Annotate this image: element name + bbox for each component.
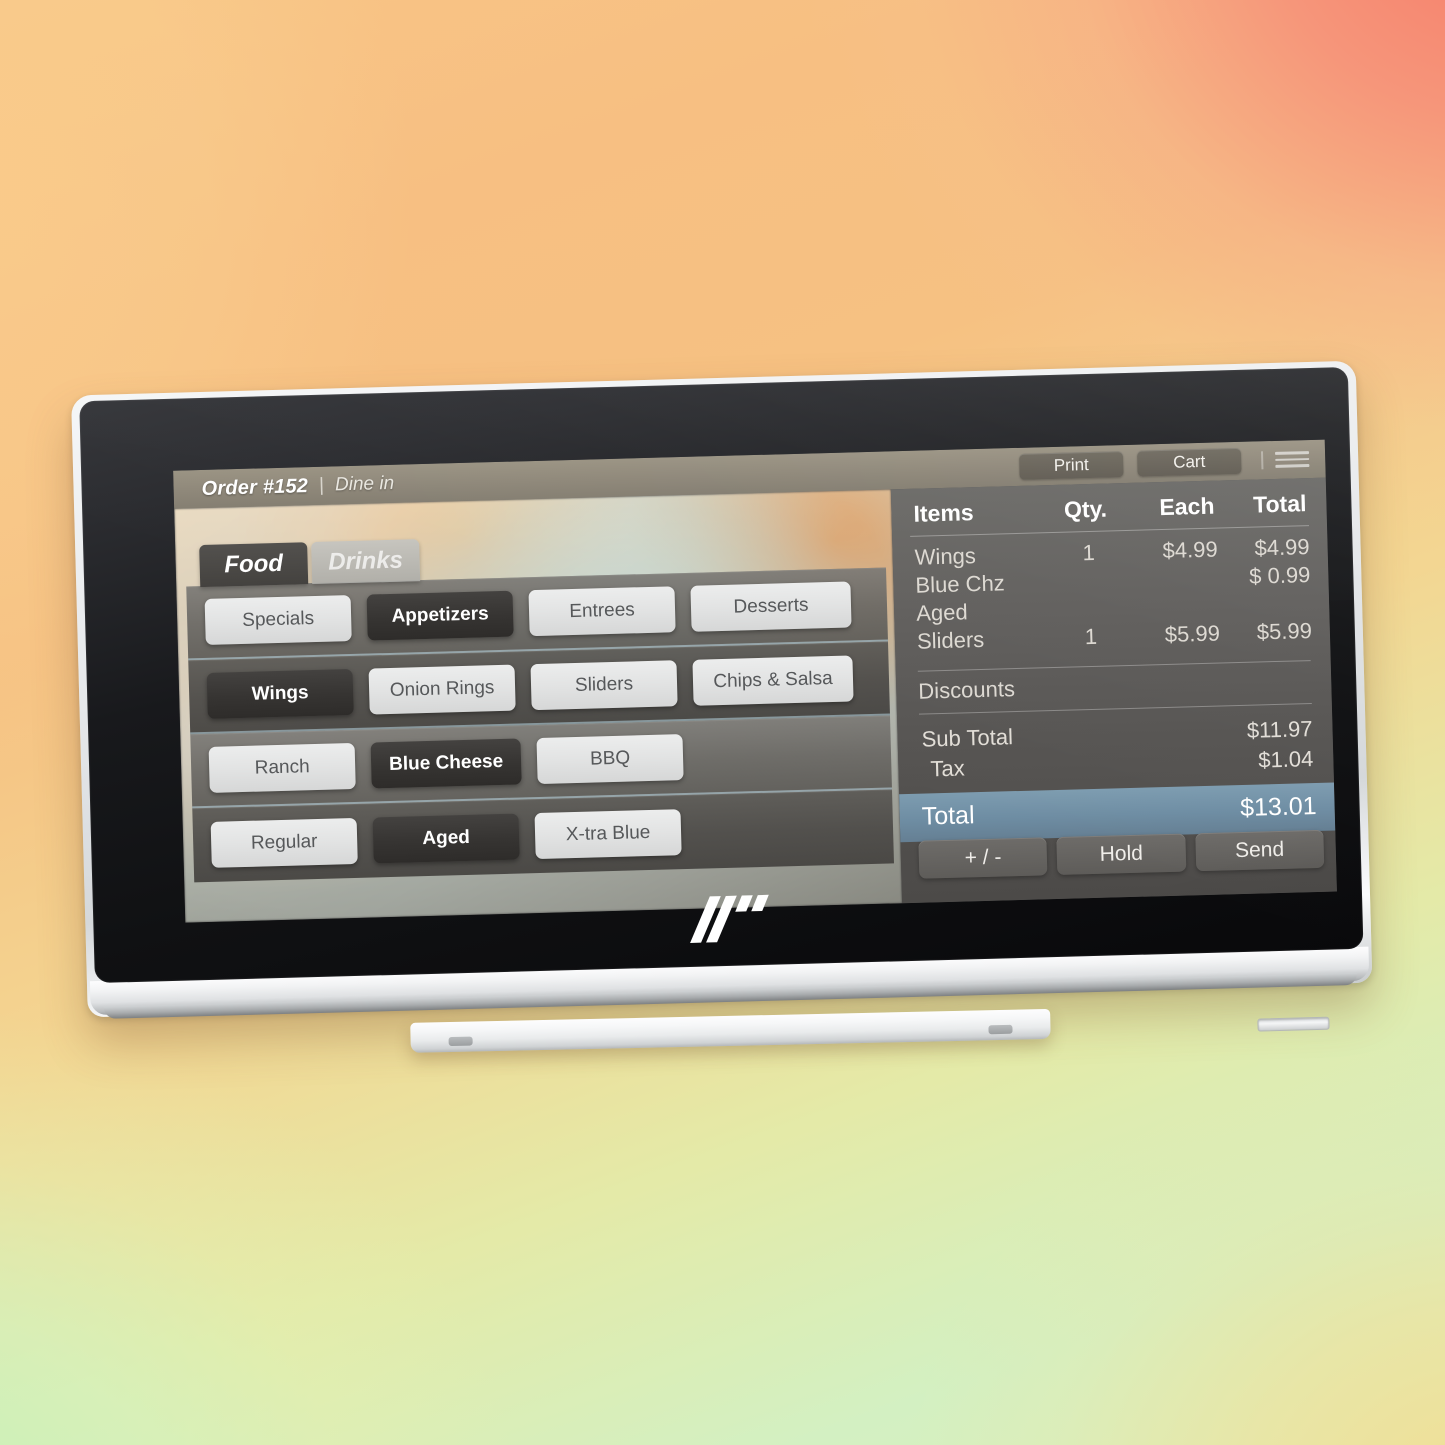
line-item-total: $ 0.99	[1248, 562, 1311, 589]
menu-button-sliders[interactable]: Sliders	[530, 660, 678, 711]
tab-drinks[interactable]: Drinks	[311, 539, 421, 585]
header-separator: |	[318, 474, 325, 496]
menu-button-specials[interactable]: Specials	[204, 595, 352, 645]
line-item-each: $5.99	[1164, 620, 1221, 648]
line-item-total: $4.99	[1254, 534, 1310, 561]
column-header-items: Items	[913, 499, 974, 527]
order-receipt-panel: Items Qty. Each Total Wings 1 $4.99 $4.9…	[890, 477, 1337, 904]
subtotal-value: $11.97	[1246, 715, 1313, 743]
column-header-qty: Qty.	[1063, 495, 1108, 523]
menu-tabs: Food Drinks	[199, 539, 421, 588]
line-item-each: $4.99	[1162, 536, 1218, 564]
hold-button[interactable]: Hold	[1056, 833, 1186, 875]
subtotal-label: Sub Total	[921, 723, 1014, 752]
stand-foot-right	[988, 1024, 1013, 1035]
header-divider	[1260, 451, 1264, 470]
line-item-each	[1127, 585, 1219, 587]
line-item-name: Wings	[914, 543, 977, 570]
line-item-each	[1127, 613, 1219, 615]
hamburger-line	[1275, 457, 1310, 462]
order-mode-label: Dine in	[334, 472, 395, 496]
plus-minus-button[interactable]: + / -	[918, 837, 1048, 879]
hamburger-line	[1275, 451, 1310, 455]
print-button[interactable]: Print	[1018, 451, 1124, 480]
menu-button-bbq[interactable]: BBQ	[536, 734, 684, 785]
total-value: $13.01	[1239, 792, 1317, 823]
menu-button-ranch[interactable]: Ranch	[208, 742, 356, 793]
hp-logo	[679, 889, 777, 950]
menu-button-onion-rings[interactable]: Onion Rings	[368, 664, 516, 715]
app-body: Food Drinks Specials Appetizers Entrees …	[174, 477, 1337, 923]
screenshot-stage: Order #152 | Dine in Print Cart Food Dri…	[0, 0, 1445, 1445]
menu-button-regular[interactable]: Regular	[210, 817, 358, 868]
menu-button-aged[interactable]: Aged	[372, 813, 520, 864]
column-header-total: Total	[1252, 490, 1307, 518]
line-item-total	[1219, 610, 1311, 612]
device-port-slot	[1257, 1016, 1330, 1032]
tax-value: $1.04	[1257, 745, 1314, 773]
menu-panel: Food Drinks Specials Appetizers Entrees …	[174, 489, 903, 923]
device-stand	[410, 1008, 1051, 1053]
line-item-name: Aged	[915, 599, 968, 627]
menu-button-chips-salsa[interactable]: Chips & Salsa	[692, 655, 854, 706]
pos-application: Order #152 | Dine in Print Cart Food Dri…	[173, 439, 1337, 923]
column-header-each: Each	[1159, 492, 1215, 521]
order-id-label: Order #152	[201, 474, 309, 500]
menu-button-blue-cheese[interactable]: Blue Cheese	[370, 738, 522, 789]
tab-food[interactable]: Food	[199, 542, 309, 588]
line-item-qty	[1053, 587, 1127, 589]
menu-button-wings[interactable]: Wings	[206, 668, 354, 719]
menu-button-xtra-blue[interactable]: X-tra Blue	[534, 809, 682, 860]
menu-button-entrees[interactable]: Entrees	[528, 586, 676, 637]
receipt-line-items: Wings 1 $4.99 $4.99 Blue Chz $ 0.99 Aged…	[910, 526, 1312, 656]
line-item-name: Blue Chz	[915, 570, 1006, 598]
line-item-name: Sliders	[916, 627, 985, 655]
hp-pos-terminal: Order #152 | Dine in Print Cart Food Dri…	[71, 360, 1374, 1076]
line-item-qty: 1	[1082, 539, 1096, 566]
line-item-total: $5.99	[1256, 618, 1313, 645]
menu-button-appetizers[interactable]: Appetizers	[366, 590, 514, 641]
hamburger-menu-icon[interactable]	[1275, 448, 1310, 471]
total-label: Total	[921, 801, 975, 831]
send-button[interactable]: Send	[1194, 829, 1325, 872]
tax-label: Tax	[930, 755, 966, 782]
cart-button[interactable]: Cart	[1136, 447, 1242, 477]
stand-foot-left	[448, 1036, 473, 1047]
header-spacer	[394, 467, 1005, 484]
line-item-qty	[1053, 615, 1127, 617]
hamburger-line	[1275, 464, 1310, 468]
menu-button-rows: Specials Appetizers Entrees Desserts Win…	[186, 567, 894, 883]
menu-button-desserts[interactable]: Desserts	[690, 581, 852, 632]
line-item-qty: 1	[1084, 624, 1098, 650]
